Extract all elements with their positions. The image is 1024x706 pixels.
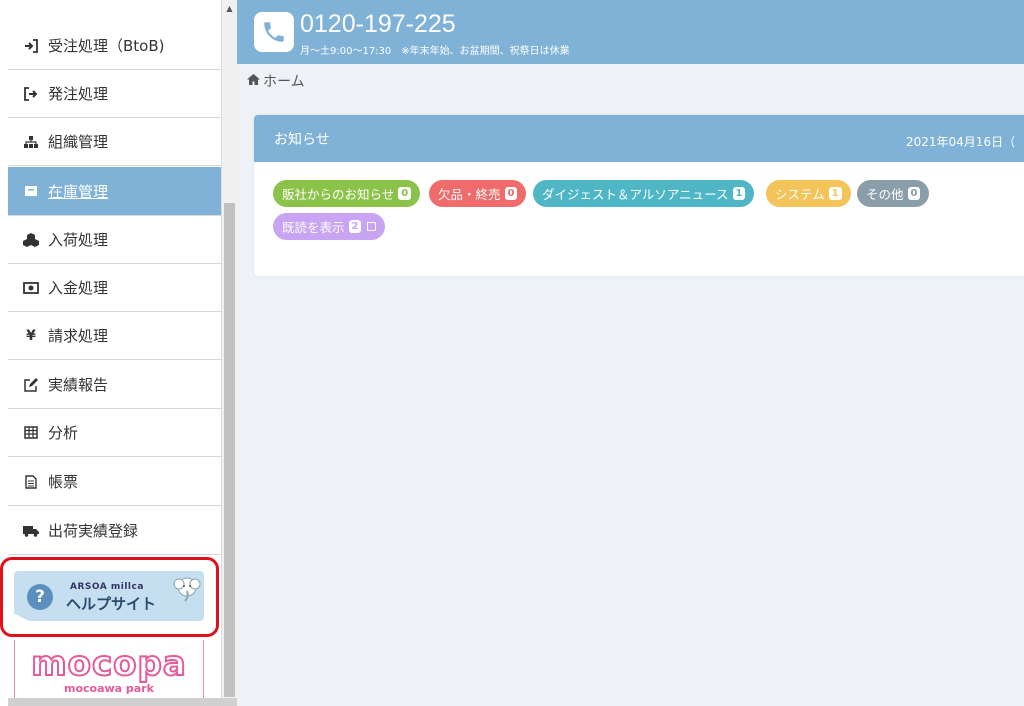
header-bar: 0120-197-225 月～土9:00～17:30 ※年末年始、お盆期間、祝祭… xyxy=(237,0,1024,64)
tag-count-badge: 1 xyxy=(732,187,746,200)
tag-label: 既読を表示 xyxy=(282,220,345,235)
phone-icon xyxy=(254,12,294,52)
tag-label: 欠品・終売 xyxy=(438,187,501,202)
sidebar-item-shipment-registration[interactable]: 出荷実績登録 xyxy=(8,507,221,555)
sidebar-item-label: 受注処理（BtoB) xyxy=(48,37,165,55)
notice-panel-header: お知らせ 2021年04月16日（ xyxy=(254,115,1024,162)
sidebar-item-label: 出荷実績登録 xyxy=(48,522,139,540)
tag-count-badge: 0 xyxy=(907,187,921,200)
breadcrumb-home[interactable]: ホーム xyxy=(263,71,305,91)
tag-label: システム xyxy=(775,187,825,202)
mocopa-banner[interactable]: mocopa mocoawa park xyxy=(14,640,204,702)
tag-distributor-notice[interactable]: 販社からのお知らせ 0 xyxy=(273,180,421,207)
sidebar-item-organization[interactable]: 組織管理 xyxy=(8,118,221,166)
notice-panel: お知らせ 2021年04月16日（ 販社からのお知らせ 0 欠品・終売 0 ダイ… xyxy=(254,115,1024,276)
sidebar-item-forms[interactable]: 帳票 xyxy=(8,458,221,506)
horizontal-scrollbar[interactable] xyxy=(8,698,267,706)
sidebar-item-receiving[interactable]: 入荷処理 xyxy=(8,216,221,264)
business-hours: 月～土9:00～17:30 ※年末年始、お盆期間、祝祭日は休業 xyxy=(300,46,570,57)
tag-other[interactable]: その他 0 xyxy=(857,180,930,207)
tag-count-badge: 0 xyxy=(398,187,412,200)
tag-label: その他 xyxy=(866,187,904,202)
sidebar-item-label: 帳票 xyxy=(48,473,79,491)
main-content: 0120-197-225 月～土9:00～17:30 ※年末年始、お盆期間、祝祭… xyxy=(237,0,1024,706)
sidebar-item-analysis[interactable]: 分析 xyxy=(8,409,221,457)
sidebar-item-label: 実績報告 xyxy=(48,376,109,394)
sidebar-item-performance-report[interactable]: 実績報告 xyxy=(8,361,221,409)
yen-icon: ¥ xyxy=(26,327,36,344)
mocopa-logo: mocopa xyxy=(30,643,187,685)
sidebar-item-payment[interactable]: 入金処理 xyxy=(8,264,221,312)
mocopa-subtitle: mocoawa park xyxy=(64,682,154,695)
sign-out-icon xyxy=(20,86,42,101)
sidebar-item-inventory[interactable]: 在庫管理 xyxy=(8,167,221,216)
home-icon xyxy=(247,74,260,88)
phone-number: 0120-197-225 xyxy=(300,10,456,38)
truck-icon xyxy=(20,525,42,537)
sidebar-item-purchase[interactable]: 発注処理 xyxy=(8,70,221,118)
sidebar-item-label: 組織管理 xyxy=(48,133,109,151)
sidebar-item-order-btob[interactable]: 受注処理（BtoB) xyxy=(8,22,221,70)
notice-title: お知らせ xyxy=(274,132,330,148)
scroll-up-arrow-icon[interactable]: ▲ xyxy=(222,4,237,14)
scrollbar-thumb[interactable] xyxy=(224,203,235,697)
sign-in-icon xyxy=(20,38,42,53)
tag-show-read[interactable]: 既読を表示 2 xyxy=(273,213,386,240)
sidebar-item-label: 在庫管理 xyxy=(48,182,109,201)
sidebar-item-label: 発注処理 xyxy=(48,85,109,103)
tag-system[interactable]: システム 1 xyxy=(766,180,851,207)
sidebar-item-label: 分析 xyxy=(48,424,79,442)
sidebar-scrollbar[interactable]: ▲ xyxy=(222,0,237,698)
sitemap-icon xyxy=(20,135,42,149)
tag-count-badge: 0 xyxy=(504,187,518,200)
tag-count-badge: 2 xyxy=(348,220,362,233)
notice-date: 2021年04月16日（ xyxy=(906,135,1016,149)
file-icon xyxy=(20,474,42,489)
breadcrumb: ホーム xyxy=(247,71,305,91)
archive-icon xyxy=(20,184,42,198)
table-icon xyxy=(20,426,42,439)
tag-label: 販社からのお知らせ xyxy=(282,187,395,202)
cubes-icon xyxy=(20,232,42,247)
show-read-checkbox[interactable] xyxy=(367,222,377,231)
sidebar-item-label: 入荷処理 xyxy=(48,231,109,249)
tag-label: ダイジェスト＆アルソアニュース xyxy=(542,187,729,202)
tag-count-badge: 1 xyxy=(828,187,842,200)
sidebar-item-label: 入金処理 xyxy=(48,279,109,297)
tag-digest-news[interactable]: ダイジェスト＆アルソアニュース 1 xyxy=(533,180,755,207)
money-icon xyxy=(20,281,42,294)
sidebar-item-label: 請求処理 xyxy=(48,327,109,345)
tag-out-of-stock[interactable]: 欠品・終売 0 xyxy=(429,180,527,207)
sidebar-item-billing[interactable]: ¥ 請求処理 xyxy=(8,312,221,360)
highlight-frame xyxy=(0,557,219,637)
edit-icon xyxy=(20,377,42,392)
